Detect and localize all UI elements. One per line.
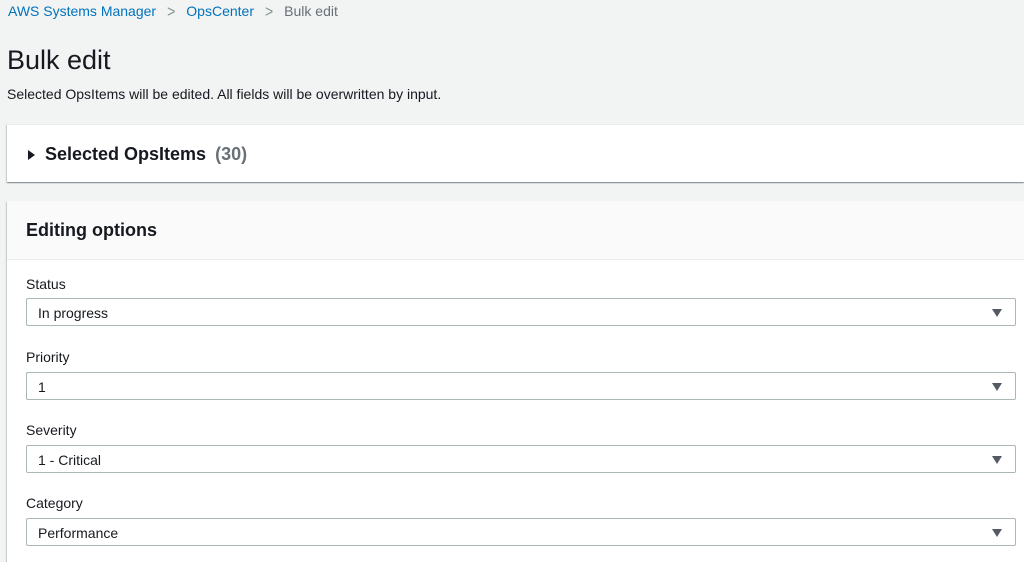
status-value: In progress <box>38 305 109 321</box>
editing-options-panel: Editing options Status In progress Prior… <box>7 201 1024 562</box>
editing-options-header: Editing options <box>7 201 1024 260</box>
caret-right-icon <box>28 149 35 160</box>
status-label: Status <box>26 276 66 292</box>
priority-select[interactable]: 1 <box>26 372 1016 400</box>
priority-value: 1 <box>38 379 46 395</box>
category-label: Category <box>26 495 83 511</box>
caret-down-icon <box>992 456 1002 464</box>
chevron-right-icon: > <box>167 1 176 21</box>
severity-select[interactable]: 1 - Critical <box>26 445 1016 473</box>
selected-opsitems-panel: Selected OpsItems (30) <box>7 124 1024 182</box>
breadcrumb-opscenter[interactable]: OpsCenter <box>186 3 254 19</box>
severity-value: 1 - Critical <box>38 452 102 468</box>
page-description: Selected OpsItems will be edited. All fi… <box>7 86 442 102</box>
page-title: Bulk edit <box>7 45 111 75</box>
selected-opsitems-expander[interactable]: Selected OpsItems (30) <box>28 144 247 165</box>
caret-down-icon <box>992 529 1002 537</box>
category-select[interactable]: Performance <box>26 518 1016 546</box>
selected-opsitems-title: Selected OpsItems <box>45 144 207 164</box>
breadcrumb-current: Bulk edit <box>284 3 338 19</box>
breadcrumb-systems-manager[interactable]: AWS Systems Manager <box>8 3 156 19</box>
caret-down-icon <box>992 309 1002 317</box>
breadcrumb: AWS Systems Manager > OpsCenter > Bulk e… <box>8 1 338 21</box>
selected-opsitems-count: (30) <box>215 144 248 164</box>
priority-label: Priority <box>26 349 70 365</box>
category-value: Performance <box>38 525 119 541</box>
status-select[interactable]: In progress <box>26 298 1016 326</box>
editing-options-title: Editing options <box>26 220 157 240</box>
severity-label: Severity <box>26 422 77 438</box>
chevron-right-icon: > <box>264 1 274 21</box>
caret-down-icon <box>992 383 1002 391</box>
